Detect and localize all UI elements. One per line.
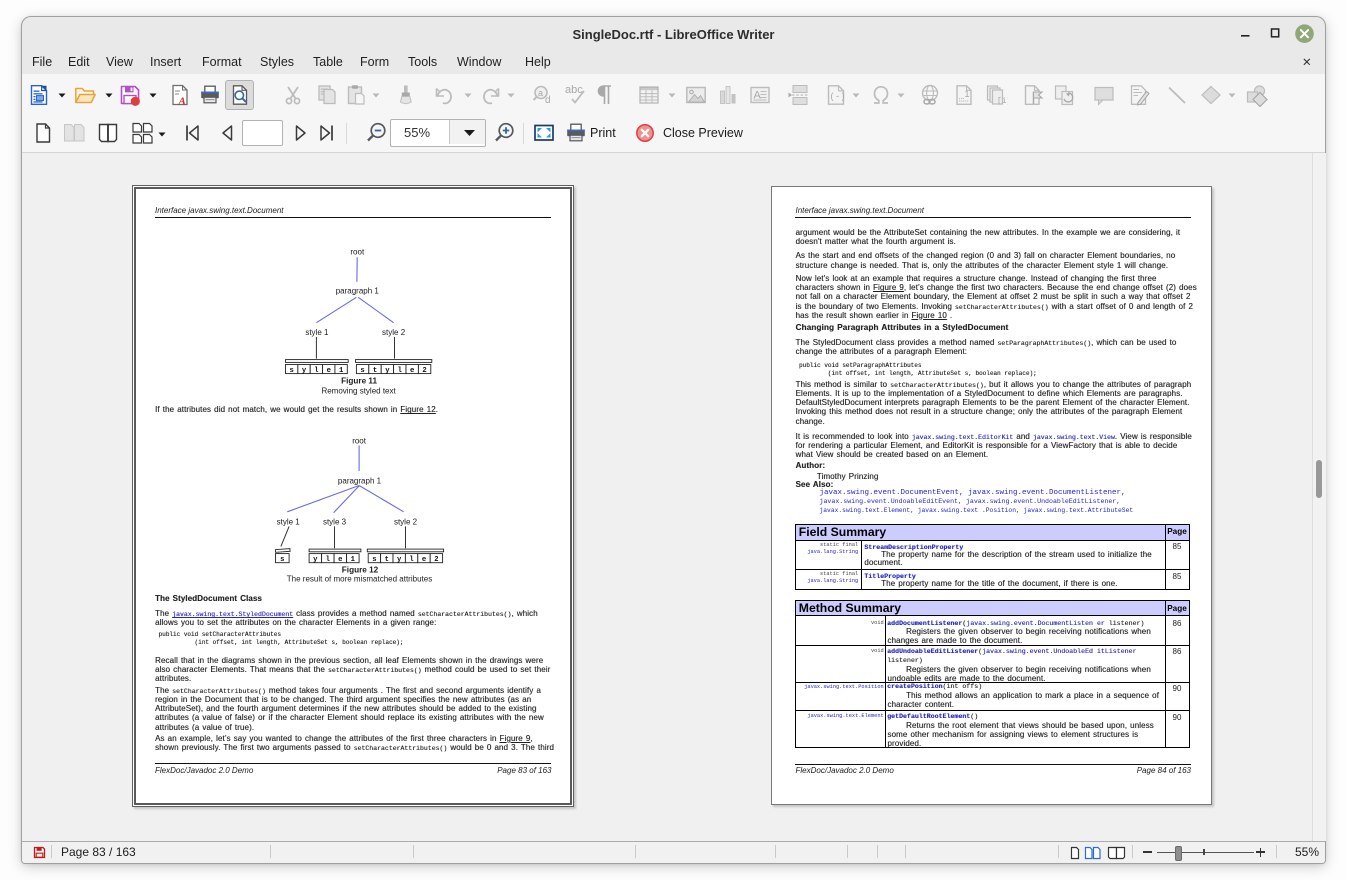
svg-text:y: y: [385, 367, 390, 375]
svg-text:style 1: style 1: [277, 518, 301, 527]
svg-text:(-): (-): [829, 92, 845, 102]
svg-text:l: l: [409, 556, 414, 564]
svg-text:a: a: [538, 88, 543, 98]
svg-text:1: 1: [339, 367, 344, 375]
svg-text:e: e: [422, 556, 426, 564]
svg-text:d: d: [545, 95, 551, 106]
svg-text:root: root: [350, 247, 365, 256]
svg-text:style 1: style 1: [305, 328, 329, 337]
svg-text:s: s: [290, 367, 294, 375]
svg-text:e: e: [327, 367, 331, 375]
svg-text:1: 1: [964, 89, 969, 99]
svg-text:t: t: [373, 367, 377, 375]
svg-text:l: l: [326, 556, 331, 564]
svg-text:The result of more mismatched: The result of more mismatched attributes: [287, 574, 432, 583]
svg-text:s: s: [280, 556, 284, 564]
svg-text:root: root: [352, 437, 367, 446]
svg-text:e: e: [338, 556, 342, 564]
svg-text:paragraph 1: paragraph 1: [338, 477, 382, 486]
svg-text:2: 2: [434, 556, 438, 564]
svg-text:s: s: [372, 556, 376, 564]
svg-text:y: y: [302, 367, 307, 375]
svg-text:1: 1: [351, 556, 356, 564]
svg-text:Removing styled text: Removing styled text: [321, 386, 396, 395]
svg-text:y: y: [313, 556, 318, 564]
svg-text:style 2: style 2: [394, 518, 418, 527]
svg-text:Figure 12: Figure 12: [342, 565, 379, 574]
svg-text:style 2: style 2: [382, 328, 406, 337]
svg-text:A: A: [177, 95, 185, 107]
svg-text:e: e: [410, 367, 414, 375]
svg-text:[i]: [i]: [997, 97, 1008, 106]
svg-text:l: l: [314, 367, 319, 375]
svg-text:y: y: [397, 556, 402, 564]
svg-text:l: l: [398, 367, 403, 375]
svg-text:paragraph 1: paragraph 1: [336, 287, 380, 296]
svg-text:Figure 11: Figure 11: [341, 376, 377, 385]
svg-text:t: t: [385, 556, 389, 564]
svg-text:2: 2: [422, 367, 426, 375]
svg-text:style 3: style 3: [323, 518, 347, 527]
svg-text:s: s: [360, 367, 364, 375]
